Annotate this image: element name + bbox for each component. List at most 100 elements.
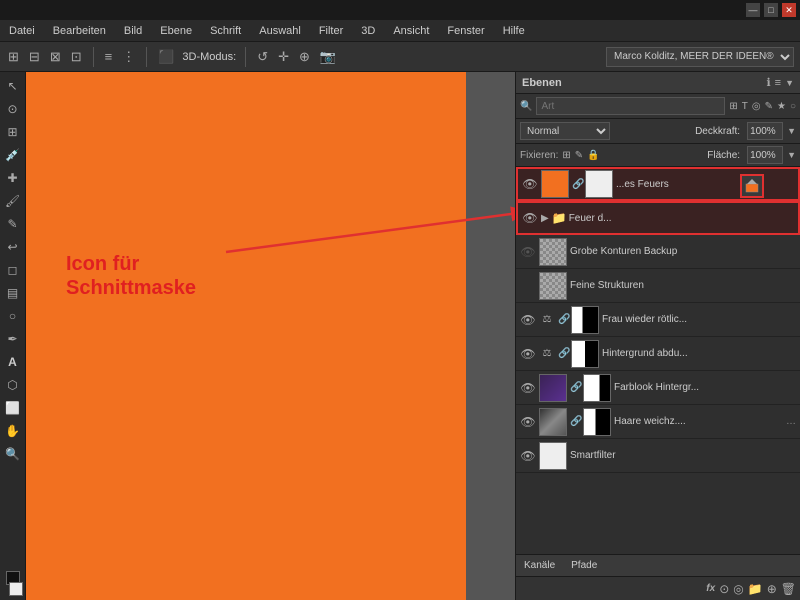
delete-layer-button[interactable]: 🗑	[781, 582, 796, 596]
filter-icon4[interactable]: ✎	[765, 101, 773, 112]
opacity-arrow[interactable]: ▼	[787, 126, 796, 136]
tool-align1-icon[interactable]: ⊟	[27, 47, 42, 67]
tool-align2-icon[interactable]: ⊠	[48, 47, 63, 67]
layer-link-hintergrund[interactable]: 🔗	[558, 348, 568, 359]
menu-auswahl[interactable]: Auswahl	[254, 23, 306, 39]
layer-row-haare[interactable]: 👁 🔗 Haare weichz.... …	[516, 405, 800, 439]
tool-history-icon[interactable]: ↩	[3, 237, 23, 257]
filter-icon5[interactable]: ★	[777, 101, 786, 112]
tool-rotate-icon[interactable]: ↺	[255, 47, 270, 67]
tool-gradient-icon[interactable]: ▤	[3, 283, 23, 303]
menu-hilfe[interactable]: Hilfe	[498, 23, 530, 39]
tool-heal-icon[interactable]: ✚	[3, 168, 23, 188]
layer-visibility-smartfilter[interactable]: 👁	[520, 448, 536, 464]
panel-menu-icon[interactable]: ≡	[775, 77, 781, 89]
adjustment-button[interactable]: ◎	[733, 582, 743, 596]
tool-lasso-icon[interactable]: ⊙	[3, 99, 23, 119]
menu-bild[interactable]: Bild	[119, 23, 147, 39]
lock-all-icon[interactable]: 🔒	[587, 150, 599, 161]
tool-pan-icon[interactable]: ✛	[276, 47, 291, 67]
layer-row-hintergrund[interactable]: 👁 ⚖ 🔗 Hintergrund abdu...	[516, 337, 800, 371]
tool-3d-icon[interactable]: ⬛	[156, 47, 176, 67]
tool-crop-icon[interactable]: ⊞	[3, 122, 23, 142]
tool-zoom2-icon[interactable]: 🔍	[3, 444, 23, 464]
menu-fenster[interactable]: Fenster	[442, 23, 489, 39]
layer-expand-feuer-d[interactable]: ▶	[541, 213, 549, 224]
fx-button[interactable]: fx	[706, 583, 715, 594]
menu-ebene[interactable]: Ebene	[155, 23, 197, 39]
tool-select-icon[interactable]: ↖	[3, 76, 23, 96]
tool-pen-icon[interactable]: ✒	[3, 329, 23, 349]
minimize-button[interactable]: —	[746, 3, 760, 17]
layer-row-smartfilter[interactable]: 👁 Smartfilter	[516, 439, 800, 473]
layer-visibility-frau[interactable]: 👁	[520, 312, 536, 328]
fill-arrow[interactable]: ▼	[787, 150, 796, 160]
layer-thumb-farblook	[539, 374, 567, 402]
new-group-button[interactable]: 📁	[748, 582, 763, 596]
menu-schrift[interactable]: Schrift	[205, 23, 246, 39]
new-layer-button[interactable]: ⊕	[767, 582, 777, 596]
layer-row-frau[interactable]: 👁 ⚖ 🔗 Frau wieder rötlic...	[516, 303, 800, 337]
menu-datei[interactable]: Datei	[4, 23, 40, 39]
layer-row-feuers[interactable]: 👁 🔗 ...es Feuers	[516, 167, 800, 201]
tool-camera-icon[interactable]: 📷	[318, 47, 338, 67]
tool-path-icon[interactable]: ⬡	[3, 375, 23, 395]
tab-kanaele[interactable]: Kanäle	[520, 558, 559, 573]
background-color-swatch[interactable]	[9, 582, 23, 596]
layers-list[interactable]: 👁 🔗 ...es Feuers 👁	[516, 167, 800, 554]
tool-eyedropper-icon[interactable]: 💉	[3, 145, 23, 165]
profile-dropdown[interactable]: Marco Kolditz, MEER DER IDEEN®	[606, 47, 794, 67]
filter-toggle[interactable]: ○	[790, 101, 796, 112]
tool-text-icon[interactable]: A	[3, 352, 23, 372]
separator2	[146, 47, 147, 67]
layer-search-input[interactable]	[536, 97, 725, 115]
lock-position-icon[interactable]: ⊞	[562, 150, 570, 161]
panel-bottom-tabs: Kanäle Pfade	[516, 554, 800, 576]
tool-move-icon[interactable]: ⊞	[6, 47, 21, 67]
window-controls[interactable]: — □ ✕	[746, 3, 796, 17]
filter-icon3[interactable]: ◎	[752, 101, 761, 112]
fill-input[interactable]	[747, 146, 783, 164]
layer-visibility-hintergrund[interactable]: 👁	[520, 346, 536, 362]
panel-collapse-icon[interactable]: ▼	[785, 78, 794, 88]
maximize-button[interactable]: □	[764, 3, 778, 17]
filter-icon1[interactable]: ⊞	[729, 101, 737, 112]
layer-mask-hintergrund	[571, 340, 599, 368]
filter-icon2[interactable]: T	[742, 101, 748, 112]
layer-visibility-feuer-d[interactable]: 👁	[522, 210, 538, 226]
layer-row-feine[interactable]: Feine Strukturen	[516, 269, 800, 303]
add-mask-button[interactable]: ⊙	[719, 582, 729, 596]
tool-distribute1-icon[interactable]: ≡	[103, 47, 115, 66]
menu-filter[interactable]: Filter	[314, 23, 348, 39]
clip-mask-icon[interactable]	[740, 174, 764, 198]
layer-visibility-grobe[interactable]: 👁	[520, 244, 536, 260]
opacity-input[interactable]	[747, 122, 783, 140]
layer-row-grobe[interactable]: 👁 Grobe Konturen Backup	[516, 235, 800, 269]
tool-distribute2-icon[interactable]: ⋮	[120, 47, 137, 67]
layer-link-frau[interactable]: 🔗	[558, 314, 568, 325]
layer-row-feuer-d[interactable]: 👁 ▶ 📁 Feuer d...	[516, 201, 800, 235]
tool-eraser-icon[interactable]: ◻	[3, 260, 23, 280]
tab-pfade[interactable]: Pfade	[567, 558, 601, 573]
blend-mode-dropdown[interactable]: Normal	[520, 122, 610, 140]
tool-align3-icon[interactable]: ⊡	[69, 47, 84, 67]
close-button[interactable]: ✕	[782, 3, 796, 17]
tool-shape-icon[interactable]: ⬜	[3, 398, 23, 418]
layer-link-farblook[interactable]: 🔗	[570, 382, 580, 393]
layer-row-farblook[interactable]: 👁 🔗 Farblook Hintergr...	[516, 371, 800, 405]
menu-ansicht[interactable]: Ansicht	[388, 23, 434, 39]
lock-pixel-icon[interactable]: ✎	[575, 150, 583, 161]
layer-link-feuers[interactable]: 🔗	[572, 179, 582, 190]
tool-hand-icon[interactable]: ✋	[3, 421, 23, 441]
layer-visibility-feuers[interactable]: 👁	[522, 176, 538, 192]
panel-info-icon[interactable]: ℹ	[766, 76, 770, 89]
menu-3d[interactable]: 3D	[356, 23, 380, 39]
tool-zoom-icon[interactable]: ⊕	[297, 47, 312, 67]
tool-dodge-icon[interactable]: ○	[3, 306, 23, 326]
menu-bearbeiten[interactable]: Bearbeiten	[48, 23, 111, 39]
layer-visibility-haare[interactable]: 👁	[520, 414, 536, 430]
layer-visibility-farblook[interactable]: 👁	[520, 380, 536, 396]
tool-brush-icon[interactable]: 🖌	[3, 191, 23, 211]
layer-link-haare[interactable]: 🔗	[570, 416, 580, 427]
tool-stamp-icon[interactable]: ✎	[3, 214, 23, 234]
